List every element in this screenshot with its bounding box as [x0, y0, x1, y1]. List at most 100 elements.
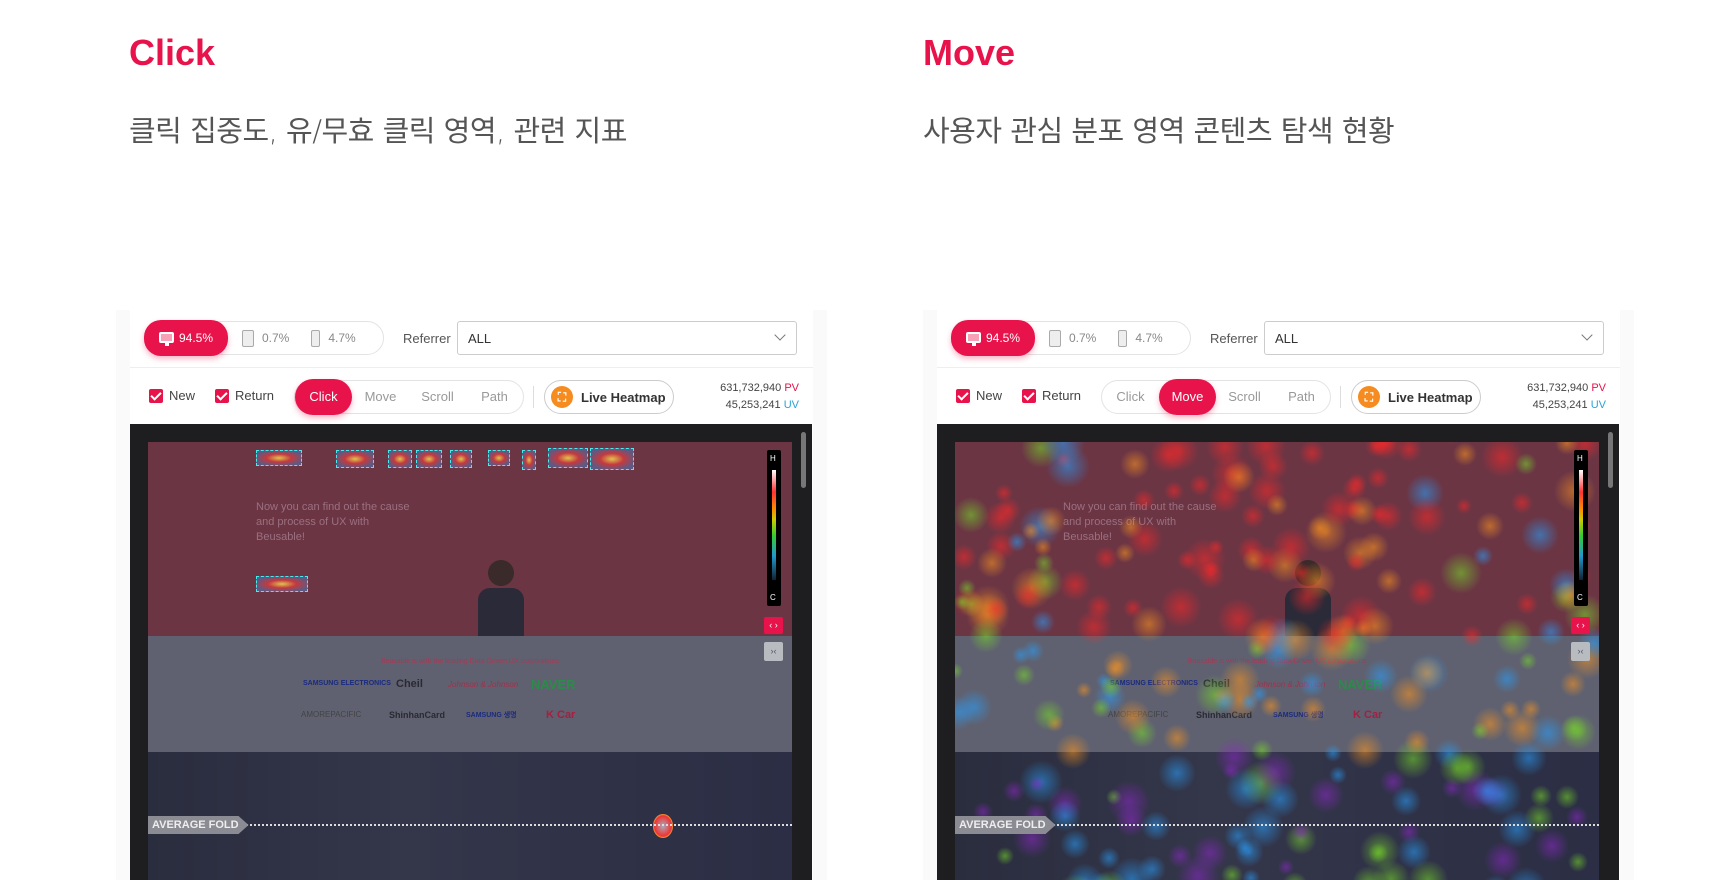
hero-section: Now you can find out the cause and proce…: [148, 442, 792, 636]
tablet-icon: [1049, 329, 1061, 347]
device-selector: 94.5% 0.7% 4.7%: [951, 319, 1191, 356]
device-mobile-button[interactable]: 4.7%: [1118, 329, 1163, 347]
return-label: Return: [1042, 388, 1082, 403]
logo-samsung-life: SAMSUNG 생명: [1273, 712, 1324, 719]
logo-shinhancard: ShinhanCard: [389, 710, 446, 720]
tab-path[interactable]: Path: [1273, 379, 1330, 415]
tab-path[interactable]: Path: [466, 379, 523, 415]
tab-move[interactable]: Move: [1159, 379, 1216, 415]
tablet-share: 0.7%: [262, 331, 290, 345]
average-fold-line: AVERAGE FOLD: [148, 816, 792, 834]
legend-cold-label: C: [1577, 593, 1583, 602]
code-toggle-button[interactable]: ‹ ›: [764, 617, 783, 634]
logo-naver: NAVER: [1338, 677, 1383, 692]
referrer-value: ALL: [468, 331, 492, 346]
section-subtitle: 사용자 관심 분포 영역 콘텐츠 탐색 현황: [923, 114, 1395, 148]
hero-text: Now you can find out the cause and proce…: [256, 501, 410, 543]
device-desktop-button[interactable]: 94.5%: [951, 319, 1035, 356]
partners-section: Beusable is with the leading Data-Driven…: [148, 636, 792, 752]
return-checkbox[interactable]: Return: [1022, 388, 1081, 403]
compare-button[interactable]: ›‹: [764, 642, 783, 661]
click-column: Click 클릭 집중도, 유/무효 클릭 영역, 관련 지표 94.5% 0.…: [0, 0, 867, 880]
code-toggle-button[interactable]: ‹ ›: [1571, 617, 1590, 634]
tab-click[interactable]: Click: [295, 379, 352, 415]
move-column: Move 사용자 관심 분포 영역 콘텐츠 탐색 현황 94.5% 0.7% 4…: [807, 0, 1734, 880]
new-label: New: [169, 388, 196, 403]
logo-kcar: K Car: [1353, 709, 1383, 721]
device-desktop-button[interactable]: 94.5%: [144, 319, 228, 356]
character-illustration: [1295, 560, 1321, 586]
divider: [1340, 386, 1341, 408]
pv-label: PV: [784, 382, 799, 394]
device-tablet-button[interactable]: 0.7%: [1049, 329, 1097, 347]
pv-value: 631,732,940: [720, 382, 782, 394]
character-body: [478, 588, 524, 636]
fold-dotted-line: [1045, 824, 1599, 826]
section-subtitle: 클릭 집중도, 유/무효 클릭 영역, 관련 지표: [129, 114, 627, 148]
mode-tabs: Click Move Scroll Path: [1101, 379, 1331, 415]
heatmap-viewport: Now you can find out the cause and proce…: [130, 424, 812, 880]
logo-samsung: SAMSUNG ELECTRONICS: [1110, 680, 1198, 687]
heat-legend: HC: [767, 450, 781, 606]
uv-value: 45,253,241: [725, 399, 781, 411]
chevron-down-icon: [774, 329, 786, 341]
live-heatmap-icon: ⛶: [1358, 386, 1380, 408]
character-body: [1285, 588, 1331, 636]
logo-kcar: K Car: [546, 709, 576, 721]
chevron-down-icon: [1581, 329, 1593, 341]
hero-text: Now you can find out the cause and proce…: [1063, 501, 1217, 543]
live-heatmap-button[interactable]: ⛶ Live Heatmap: [1351, 380, 1481, 414]
referrer-label: Referrer: [1210, 331, 1258, 346]
compare-button[interactable]: ›‹: [1571, 642, 1590, 661]
return-checkbox[interactable]: Return: [215, 388, 274, 403]
referrer-select[interactable]: ALL: [1264, 321, 1604, 355]
tablet-share: 0.7%: [1069, 331, 1097, 345]
partners-section: Beusable is with the leading Data-Driven…: [955, 636, 1599, 752]
live-heatmap-label: Live Heatmap: [1388, 389, 1473, 405]
legend-gradient: [1579, 470, 1583, 580]
new-checkbox[interactable]: New: [149, 388, 195, 403]
page-preview: Now you can find out the cause and proce…: [955, 442, 1599, 880]
tab-scroll[interactable]: Scroll: [1216, 379, 1273, 415]
logo-cheil: Cheil: [1203, 678, 1230, 690]
page-preview: Now you can find out the cause and proce…: [148, 442, 792, 880]
logo-jnj: Johnson & Johnson: [448, 680, 519, 689]
heatmap-panel: 94.5% 0.7% 4.7% Referrer ALL New Return …: [923, 310, 1634, 880]
logo-amorepacific: AMOREPACIFIC: [1108, 710, 1169, 719]
hero-section: Now you can find out the cause and proce…: [955, 442, 1599, 636]
new-checkbox[interactable]: New: [956, 388, 1002, 403]
scrollbar[interactable]: [1608, 432, 1613, 488]
live-heatmap-label: Live Heatmap: [581, 389, 666, 405]
legend-cold-label: C: [770, 593, 776, 602]
referrer-select[interactable]: ALL: [457, 321, 797, 355]
tab-scroll[interactable]: Scroll: [409, 379, 466, 415]
mobile-icon: [1118, 329, 1128, 347]
tablet-icon: [242, 329, 254, 347]
device-mobile-button[interactable]: 4.7%: [311, 329, 356, 347]
live-heatmap-button[interactable]: ⛶ Live Heatmap: [544, 380, 674, 414]
average-fold-label: AVERAGE FOLD: [955, 816, 1056, 834]
divider: [937, 367, 1620, 368]
section-title: Move: [923, 32, 1016, 73]
average-fold-line: AVERAGE FOLD: [955, 816, 1599, 834]
mobile-share: 4.7%: [1135, 331, 1163, 345]
scrollbar[interactable]: [801, 432, 806, 488]
device-tablet-button[interactable]: 0.7%: [242, 329, 290, 347]
traffic-stats: 631,732,940 PV 45,253,241 UV: [1527, 380, 1606, 414]
mode-tabs: Click Move Scroll Path: [294, 379, 524, 415]
partners-heading: Beusable is with the leading Data-Driven…: [380, 658, 560, 665]
legend-gradient: [772, 470, 776, 580]
tab-click[interactable]: Click: [1102, 379, 1159, 415]
section-title: Click: [129, 32, 216, 73]
logo-samsung-life: SAMSUNG 생명: [466, 712, 517, 719]
logo-jnj: Johnson & Johnson: [1255, 680, 1326, 689]
heat-legend: HC: [1574, 450, 1588, 606]
divider: [533, 386, 534, 408]
tab-move[interactable]: Move: [352, 379, 409, 415]
logo-amorepacific: AMOREPACIFIC: [301, 710, 362, 719]
referrer-value: ALL: [1275, 331, 1299, 346]
desktop-share: 94.5%: [985, 330, 1021, 345]
referrer-label: Referrer: [403, 331, 451, 346]
logo-naver: NAVER: [531, 677, 576, 692]
checkbox-checked-icon: [956, 388, 970, 403]
